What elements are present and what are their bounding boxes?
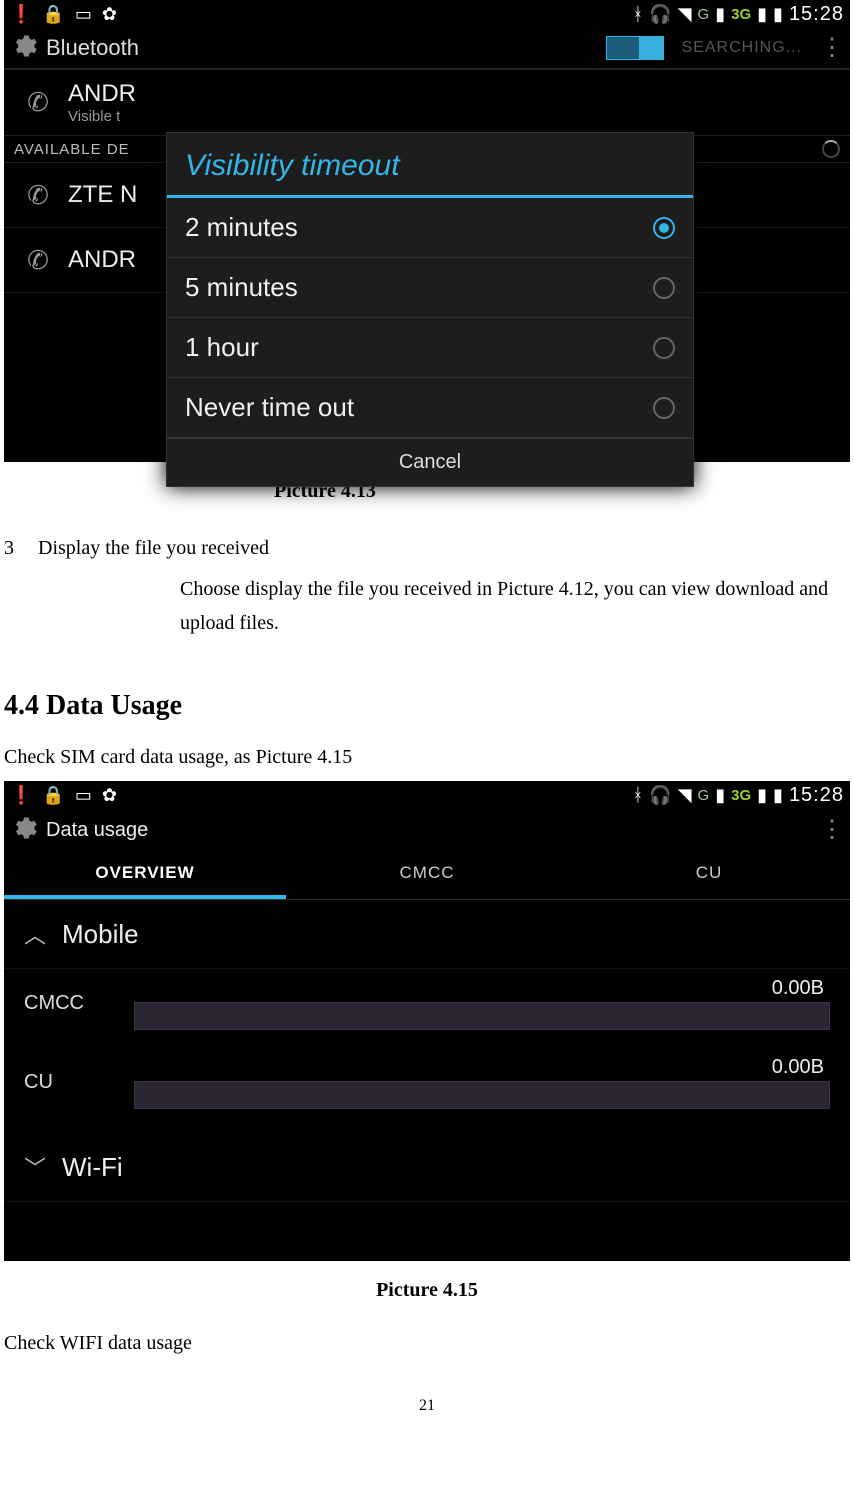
overflow-menu-icon[interactable]: ⋮ bbox=[820, 825, 844, 835]
option-label: 1 hour bbox=[185, 332, 259, 363]
loading-spinner-icon bbox=[822, 140, 840, 158]
usage-bar bbox=[134, 1081, 830, 1109]
settings-gear-icon[interactable] bbox=[10, 814, 38, 847]
searching-label: SEARCHING... bbox=[682, 39, 802, 57]
status-time: 15:28 bbox=[789, 3, 844, 26]
status-bar: ❗ 🔒 ▭ ✿ ᚼ 🎧 ◥ G ▮ 3G ▮ ▮ 15:28 bbox=[4, 781, 850, 809]
chevron-up-icon: ︿ bbox=[24, 918, 46, 950]
data-usage-header: Data usage ⋮ bbox=[4, 809, 850, 851]
list-number: 3 bbox=[4, 537, 14, 560]
own-device-name: ANDR bbox=[68, 80, 136, 108]
network-g-label: G bbox=[698, 6, 710, 23]
timeout-option-1hour[interactable]: 1 hour bbox=[167, 318, 693, 378]
device-name: ANDR bbox=[68, 246, 136, 274]
usage-label: CU bbox=[24, 1071, 114, 1094]
bluetooth-status-icon: ᚼ bbox=[632, 4, 643, 25]
numbered-list-item: 3 Display the file you received bbox=[4, 509, 850, 566]
bluetooth-status-icon: ᚼ bbox=[632, 785, 643, 806]
list-title: Display the file you received bbox=[38, 537, 269, 560]
notification-icon: ✿ bbox=[102, 785, 117, 806]
timeout-option-2min[interactable]: 2 minutes bbox=[167, 198, 693, 258]
network-3g-label: 3G bbox=[731, 787, 751, 804]
option-label: 5 minutes bbox=[185, 272, 298, 303]
option-label: Never time out bbox=[185, 392, 354, 423]
section-label: Mobile bbox=[62, 919, 139, 950]
notification-icon: ❗ bbox=[10, 785, 32, 806]
mobile-section-row[interactable]: ︿ Mobile bbox=[4, 900, 850, 969]
signal-icon: ▮ bbox=[715, 785, 725, 806]
network-g-label: G bbox=[698, 787, 710, 804]
usage-value: 0.00B bbox=[134, 977, 830, 1000]
device-name: ZTE N bbox=[68, 181, 137, 209]
page-number: 21 bbox=[0, 1361, 854, 1423]
phone-icon: ✆ bbox=[22, 87, 54, 119]
tab-cmcc[interactable]: CMCC bbox=[286, 851, 568, 899]
section-label: Wi-Fi bbox=[62, 1152, 123, 1183]
paragraph: Check SIM card data usage, as Picture 4.… bbox=[4, 746, 850, 775]
notification-icon: 🔒 bbox=[42, 785, 64, 806]
radio-unselected-icon bbox=[653, 397, 675, 419]
notification-icon: ✿ bbox=[102, 4, 117, 25]
network-3g-label: 3G bbox=[731, 6, 751, 23]
headphones-icon: 🎧 bbox=[649, 785, 671, 806]
option-label: 2 minutes bbox=[185, 212, 298, 243]
available-devices-label: AVAILABLE DE bbox=[14, 141, 130, 158]
usage-row-cu[interactable]: CU 0.00B bbox=[4, 1048, 850, 1113]
screenshot-data-usage: ❗ 🔒 ▭ ✿ ᚼ 🎧 ◥ G ▮ 3G ▮ ▮ 15:28 Data usag… bbox=[4, 781, 850, 1261]
status-bar: ❗ 🔒 ▭ ✿ ᚼ 🎧 ◥ G ▮ 3G ▮ ▮ 15:28 bbox=[4, 0, 850, 28]
section-heading: 4.4 Data Usage bbox=[4, 640, 850, 746]
wifi-section-row[interactable]: ﹀ Wi-Fi bbox=[4, 1133, 850, 1202]
notification-icon: ❗ bbox=[10, 4, 32, 25]
usage-bar bbox=[134, 1002, 830, 1030]
screen-title: Bluetooth bbox=[46, 35, 598, 61]
notification-icon: 🔒 bbox=[42, 4, 64, 25]
dialog-title: Visibility timeout bbox=[167, 133, 693, 198]
radio-selected-icon bbox=[653, 217, 675, 239]
notification-icon: ▭ bbox=[75, 4, 92, 25]
usage-value: 0.00B bbox=[134, 1056, 830, 1079]
tab-overview[interactable]: OVERVIEW bbox=[4, 851, 286, 899]
notification-icon: ▭ bbox=[75, 785, 92, 806]
own-device-row[interactable]: ✆ ANDR Visible t bbox=[4, 70, 850, 135]
chevron-down-icon: ﹀ bbox=[24, 1151, 46, 1183]
wifi-icon: ◥ bbox=[678, 785, 692, 806]
cancel-button[interactable]: Cancel bbox=[167, 438, 693, 486]
bluetooth-toggle[interactable] bbox=[606, 36, 664, 60]
settings-gear-icon[interactable] bbox=[10, 32, 38, 65]
signal-icon: ▮ bbox=[757, 4, 767, 25]
phone-icon: ✆ bbox=[22, 179, 54, 211]
radio-unselected-icon bbox=[653, 337, 675, 359]
phone-icon: ✆ bbox=[22, 244, 54, 276]
tab-cu[interactable]: CU bbox=[568, 851, 850, 899]
overflow-menu-icon[interactable]: ⋮ bbox=[820, 43, 844, 53]
radio-unselected-icon bbox=[653, 277, 675, 299]
tab-bar: OVERVIEW CMCC CU bbox=[4, 851, 850, 900]
timeout-option-5min[interactable]: 5 minutes bbox=[167, 258, 693, 318]
bluetooth-header: Bluetooth SEARCHING... ⋮ bbox=[4, 28, 850, 70]
own-device-visibility: Visible t bbox=[68, 108, 136, 125]
usage-row-cmcc[interactable]: CMCC 0.00B bbox=[4, 969, 850, 1034]
battery-icon: ▮ bbox=[773, 4, 783, 25]
status-time: 15:28 bbox=[789, 784, 844, 807]
headphones-icon: 🎧 bbox=[649, 4, 671, 25]
list-body-text: Choose display the file you received in … bbox=[4, 566, 850, 640]
signal-icon: ▮ bbox=[757, 785, 767, 806]
timeout-option-never[interactable]: Never time out bbox=[167, 378, 693, 438]
visibility-timeout-dialog: Visibility timeout 2 minutes 5 minutes 1… bbox=[166, 132, 694, 487]
wifi-icon: ◥ bbox=[678, 4, 692, 25]
screenshot-bluetooth-visibility-timeout: ❗ 🔒 ▭ ✿ ᚼ 🎧 ◥ G ▮ 3G ▮ ▮ 15:28 Bluetooth… bbox=[4, 0, 850, 462]
screen-title: Data usage bbox=[46, 819, 812, 842]
paragraph: Check WIFI data usage bbox=[4, 1308, 850, 1361]
battery-icon: ▮ bbox=[773, 785, 783, 806]
figure-caption: Picture 4.15 bbox=[4, 1261, 850, 1308]
usage-label: CMCC bbox=[24, 992, 114, 1015]
signal-icon: ▮ bbox=[715, 4, 725, 25]
